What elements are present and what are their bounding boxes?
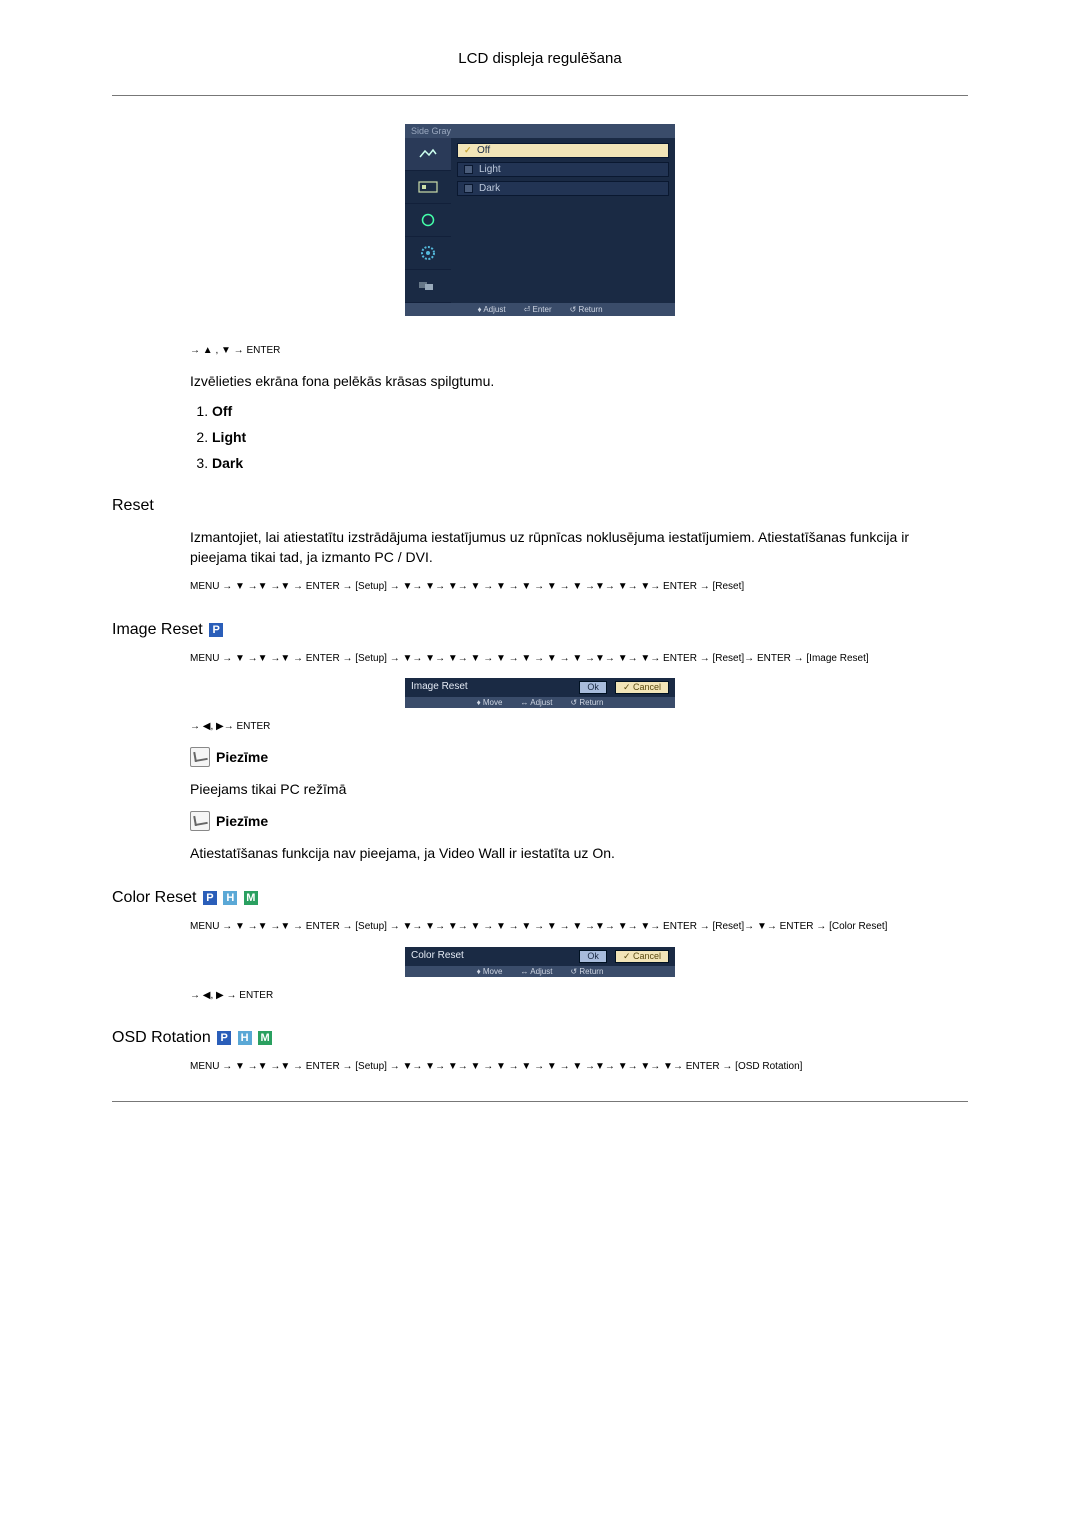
footer-adjust: ↔ Adjust [520, 698, 552, 707]
text: Izvēlieties ekrāna fona pelēkās krāsas s… [190, 371, 968, 391]
osd-menu-side-gray: Side Gray ✓Off Light Dark ♦ Adjust ⏎ Ent… [405, 124, 675, 316]
heading-label: OSD Rotation [112, 1029, 211, 1046]
badge-p: P [203, 891, 217, 905]
badge-p: P [217, 1031, 231, 1045]
osd-dialog-image-reset: Image Reset Ok ✓ Cancel ♦ Move ↔ Adjust … [405, 678, 675, 708]
nav-sequence: MENU → ▼ →▼ →▼ → ENTER → [Setup] → ▼→ ▼→… [190, 919, 968, 935]
osd-title: Side Gray [405, 124, 675, 138]
heading-color-reset: Color Reset P H M [112, 889, 968, 907]
divider [112, 1101, 968, 1102]
cancel-button[interactable]: ✓ Cancel [615, 950, 669, 963]
osd-dialog-color-reset: Color Reset Ok ✓ Cancel ♦ Move ↔ Adjust … [405, 947, 675, 977]
osd-icon-picture [405, 138, 451, 171]
osd-icon-circle [405, 204, 451, 237]
cancel-button[interactable]: ✓ Cancel [615, 681, 669, 694]
osd-label: Image Reset [411, 681, 468, 692]
ok-button[interactable]: Ok [579, 950, 607, 963]
footer-adjust: ♦ Adjust [477, 305, 505, 314]
badge-h: H [223, 891, 237, 905]
text: Izmantojiet, lai atiestatītu izstrādājum… [190, 527, 968, 568]
badge-p: P [209, 623, 223, 637]
text: Atiestatīšanas funkcija nav pieejama, ja… [190, 843, 968, 863]
osd-option-light[interactable]: Light [457, 162, 669, 177]
footer-move: ♦ Move [477, 698, 503, 707]
opt-off: Off [212, 403, 232, 419]
osd-icon-gear [405, 237, 451, 270]
osd-icon-multi [405, 270, 451, 303]
footer-move: ♦ Move [477, 967, 503, 976]
footer-return: ↺ Return [570, 967, 603, 976]
nav-sequence: MENU → ▼ →▼ →▼ → ENTER → [Setup] → ▼→ ▼→… [190, 1059, 968, 1075]
opt-label: Off [477, 145, 490, 156]
nav-sequence: → ◀, ▶ → ENTER [190, 989, 968, 1004]
nav-sequence: MENU → ▼ →▼ →▼ → ENTER → [Setup] → ▼→ ▼→… [190, 579, 968, 595]
osd-icon-input [405, 171, 451, 204]
osd-label: Color Reset [411, 950, 464, 961]
osd-option-dark[interactable]: Dark [457, 181, 669, 196]
nav-sequence: → ▲ , ▼ → ENTER [190, 344, 968, 359]
heading-label: Color Reset [112, 889, 196, 906]
opt-light: Light [212, 429, 246, 445]
heading-reset: Reset [112, 497, 968, 515]
heading-osd-rotation: OSD Rotation P H M [112, 1029, 968, 1047]
footer-enter: ⏎ Enter [524, 305, 552, 314]
badge-m: M [244, 891, 258, 905]
osd-footer: ♦ Adjust ⏎ Enter ↺ Return [405, 303, 675, 316]
heading-label: Image Reset [112, 621, 203, 638]
footer-return: ↺ Return [570, 698, 603, 707]
opt-label: Dark [479, 183, 500, 194]
heading-image-reset: Image Reset P [112, 621, 968, 639]
text: Pieejams tikai PC režīmā [190, 779, 968, 799]
option-list: Off Light Dark [190, 403, 968, 471]
ok-button[interactable]: Ok [579, 681, 607, 694]
footer-adjust: ↔ Adjust [520, 967, 552, 976]
divider [112, 95, 968, 96]
footer-return: ↺ Return [570, 305, 603, 314]
opt-dark: Dark [212, 455, 243, 471]
badge-h: H [238, 1031, 252, 1045]
badge-m: M [258, 1031, 272, 1045]
note-icon [190, 811, 210, 831]
nav-sequence: MENU → ▼ →▼ →▼ → ENTER → [Setup] → ▼→ ▼→… [190, 651, 968, 667]
note-icon [190, 747, 210, 767]
opt-label: Light [479, 164, 501, 175]
nav-sequence: → ◀, ▶→ ENTER [190, 720, 968, 735]
note-label: Piezīme [216, 813, 268, 829]
osd-option-off[interactable]: ✓Off [457, 143, 669, 158]
page-title: LCD displeja regulēšana [112, 50, 968, 67]
note-label: Piezīme [216, 749, 268, 765]
